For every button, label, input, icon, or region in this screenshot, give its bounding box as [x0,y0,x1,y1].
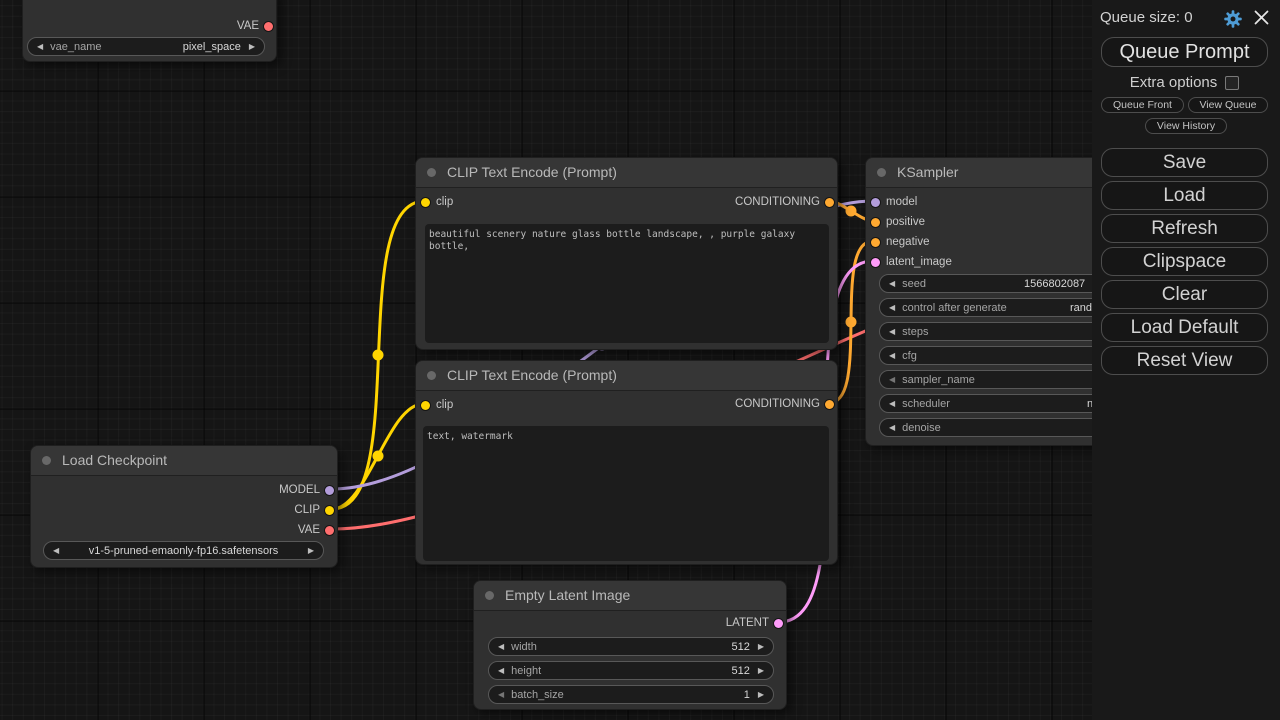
next-value-arrow-icon[interactable]: ▶ [249,42,255,51]
slot-clip-input-label: clip [436,395,453,415]
width-widget[interactable]: ◀ width 512 ▶ [488,637,774,656]
vae-output-port[interactable] [325,526,334,535]
node-title: Load Checkpoint [31,446,337,476]
collapse-dot-icon[interactable] [877,168,886,177]
save-button[interactable]: Save [1101,148,1268,177]
clip-input-port[interactable] [421,401,430,410]
latent-image-input-port[interactable] [871,258,880,267]
prompt-textarea[interactable]: text, watermark [423,426,829,561]
collapse-dot-icon[interactable] [427,168,436,177]
node-title: CLIP Text Encode (Prompt) [416,361,837,391]
slot-conditioning-output-label: CONDITIONING [735,192,820,212]
queue-front-button[interactable]: Queue Front [1101,97,1184,113]
height-widget[interactable]: ◀ height 512 ▶ [488,661,774,680]
slot-model-input-label: model [886,192,917,212]
comfy-menu-panel: Queue size: 0 Queue Prompt Extra options… [1092,0,1280,720]
node-canvas[interactable]: VAE ◀ vae_name pixel_space ▶ CLIP Text E… [0,0,1280,720]
model-output-port[interactable] [325,486,334,495]
prev-value-arrow-icon[interactable]: ◀ [498,666,504,675]
load-button[interactable]: Load [1101,181,1268,210]
view-history-button[interactable]: View History [1145,118,1227,134]
negative-input-port[interactable] [871,238,880,247]
extra-options-checkbox[interactable] [1225,76,1239,90]
prev-value-arrow-icon[interactable]: ◀ [889,423,895,432]
next-value-arrow-icon[interactable]: ▶ [758,690,764,699]
queue-prompt-button[interactable]: Queue Prompt [1101,37,1268,67]
batch-size-widget[interactable]: ◀ batch_size 1 ▶ [488,685,774,704]
prev-value-arrow-icon[interactable]: ◀ [889,303,895,312]
refresh-button[interactable]: Refresh [1101,214,1268,243]
positive-input-port[interactable] [871,218,880,227]
collapse-dot-icon[interactable] [42,456,51,465]
queue-size-label: Queue size: 0 [1100,9,1193,26]
conditioning-output-port[interactable] [825,400,834,409]
next-value-arrow-icon[interactable]: ▶ [758,666,764,675]
prompt-textarea[interactable]: beautiful scenery nature glass bottle la… [425,224,829,343]
widget-value: pixel_space [183,41,241,53]
extra-options-label: Extra options [1130,74,1218,91]
node-empty-latent-image[interactable]: Empty Latent Image LATENT ◀ width 512 ▶ … [473,580,787,710]
vae-name-widget[interactable]: ◀ vae_name pixel_space ▶ [27,37,265,56]
slot-positive-input-label: positive [886,212,925,232]
clip-output-port[interactable] [325,506,334,515]
node-clip-text-encode-negative[interactable]: CLIP Text Encode (Prompt) clip CONDITION… [415,360,838,565]
slot-clip-input-label: clip [436,192,453,212]
prev-value-arrow-icon[interactable]: ◀ [889,375,895,384]
collapse-dot-icon[interactable] [427,371,436,380]
node-clip-text-encode-positive[interactable]: CLIP Text Encode (Prompt) clip CONDITION… [415,157,838,350]
prev-value-arrow-icon[interactable]: ◀ [498,690,504,699]
slot-vae-output-label: VAE [237,16,259,36]
clipspace-button[interactable]: Clipspace [1101,247,1268,276]
clear-button[interactable]: Clear [1101,280,1268,309]
vae-output-port[interactable] [264,22,273,31]
node-load-vae[interactable]: VAE ◀ vae_name pixel_space ▶ [22,0,277,62]
prev-value-arrow-icon[interactable]: ◀ [889,279,895,288]
prev-value-arrow-icon[interactable]: ◀ [37,42,43,51]
ckpt-name-widget[interactable]: ◀ v1-5-pruned-emaonly-fp16.safetensors ▶ [43,541,324,560]
widget-label: vae_name [50,41,101,53]
slot-model-output-label: MODEL [279,480,320,500]
slot-vae-output-label: VAE [298,520,320,540]
node-title: Empty Latent Image [474,581,786,611]
slot-negative-input-label: negative [886,232,929,252]
node-load-checkpoint[interactable]: Load Checkpoint MODEL CLIP VAE ◀ v1-5-pr… [30,445,338,568]
close-icon[interactable] [1253,9,1270,26]
slot-latent-output-label: LATENT [726,613,769,633]
node-title: CLIP Text Encode (Prompt) [416,158,837,188]
latent-output-port[interactable] [774,619,783,628]
conditioning-output-port[interactable] [825,198,834,207]
widget-value: v1-5-pruned-emaonly-fp16.safetensors [44,545,323,557]
model-input-port[interactable] [871,198,880,207]
load-default-button[interactable]: Load Default [1101,313,1268,342]
slot-latent-image-input-label: latent_image [886,252,952,272]
prev-value-arrow-icon[interactable]: ◀ [889,327,895,336]
slot-clip-output-label: CLIP [294,500,320,520]
prev-value-arrow-icon[interactable]: ◀ [498,642,504,651]
prev-value-arrow-icon[interactable]: ◀ [889,351,895,360]
reset-view-button[interactable]: Reset View [1101,346,1268,375]
view-queue-button[interactable]: View Queue [1188,97,1268,113]
clip-input-port[interactable] [421,198,430,207]
collapse-dot-icon[interactable] [485,591,494,600]
next-value-arrow-icon[interactable]: ▶ [758,642,764,651]
settings-gear-icon[interactable] [1223,9,1243,29]
prev-value-arrow-icon[interactable]: ◀ [889,399,895,408]
slot-conditioning-output-label: CONDITIONING [735,394,820,414]
